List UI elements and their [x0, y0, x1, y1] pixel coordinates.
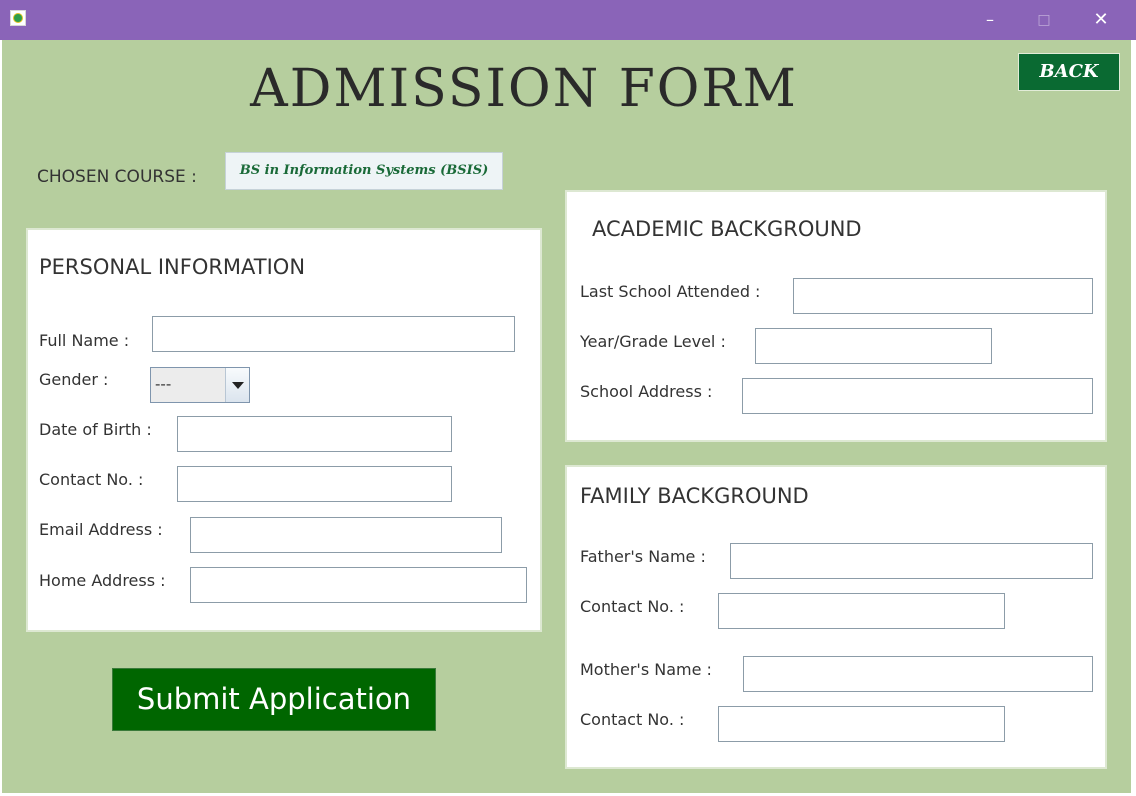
home-address-field[interactable] — [190, 567, 527, 603]
minimize-button[interactable]: – — [971, 0, 1009, 40]
mother-contact-field[interactable] — [718, 706, 1005, 742]
last-school-label: Last School Attended : — [580, 282, 761, 301]
mother-name-label: Mother's Name : — [580, 660, 712, 679]
back-button[interactable]: BACK — [1018, 53, 1120, 91]
academic-background-title: ACADEMIC BACKGROUND — [592, 217, 862, 241]
email-address-label: Email Address : — [39, 520, 163, 539]
family-background-title: FAMILY BACKGROUND — [580, 484, 809, 508]
academic-background-panel: ACADEMIC BACKGROUND Last School Attended… — [565, 190, 1107, 442]
last-school-field[interactable] — [793, 278, 1093, 314]
app-logo-icon — [10, 10, 26, 26]
gender-selected-value: --- — [155, 375, 172, 393]
contact-no-field[interactable] — [177, 466, 452, 502]
maximize-button[interactable]: □ — [1025, 0, 1063, 40]
mother-name-field[interactable] — [743, 656, 1093, 692]
page-title: ADMISSION FORM — [250, 59, 798, 119]
father-contact-label: Contact No. : — [580, 597, 685, 616]
chosen-course-label: CHOSEN COURSE : — [37, 167, 197, 187]
title-bar: – □ ✕ — [0, 0, 1136, 40]
date-of-birth-field[interactable] — [177, 416, 452, 452]
home-address-label: Home Address : — [39, 571, 166, 590]
date-of-birth-label: Date of Birth : — [39, 420, 152, 439]
personal-information-title: PERSONAL INFORMATION — [39, 255, 306, 279]
personal-information-panel: PERSONAL INFORMATION Full Name : Gender … — [26, 228, 542, 632]
chosen-course-value: BS in Information Systems (BSIS) — [225, 152, 503, 190]
gender-dropdown[interactable]: --- — [150, 367, 250, 403]
father-contact-field[interactable] — [718, 593, 1005, 629]
family-background-panel: FAMILY BACKGROUND Father's Name : Contac… — [565, 465, 1107, 769]
year-grade-level-label: Year/Grade Level : — [580, 332, 726, 351]
father-name-label: Father's Name : — [580, 547, 706, 566]
full-name-field[interactable] — [152, 316, 515, 352]
school-address-label: School Address : — [580, 382, 713, 401]
email-address-field[interactable] — [190, 517, 502, 553]
full-name-label: Full Name : — [39, 331, 130, 350]
father-name-field[interactable] — [730, 543, 1093, 579]
submit-application-button[interactable]: Submit Application — [112, 668, 436, 731]
chevron-down-icon[interactable] — [225, 368, 249, 402]
gender-label: Gender : — [39, 370, 109, 389]
year-grade-level-field[interactable] — [755, 328, 992, 364]
contact-no-label: Contact No. : — [39, 470, 144, 489]
school-address-field[interactable] — [742, 378, 1093, 414]
mother-contact-label: Contact No. : — [580, 710, 685, 729]
form-area: ADMISSION FORM BACK CHOSEN COURSE : BS i… — [2, 40, 1131, 793]
close-button[interactable]: ✕ — [1082, 0, 1120, 40]
